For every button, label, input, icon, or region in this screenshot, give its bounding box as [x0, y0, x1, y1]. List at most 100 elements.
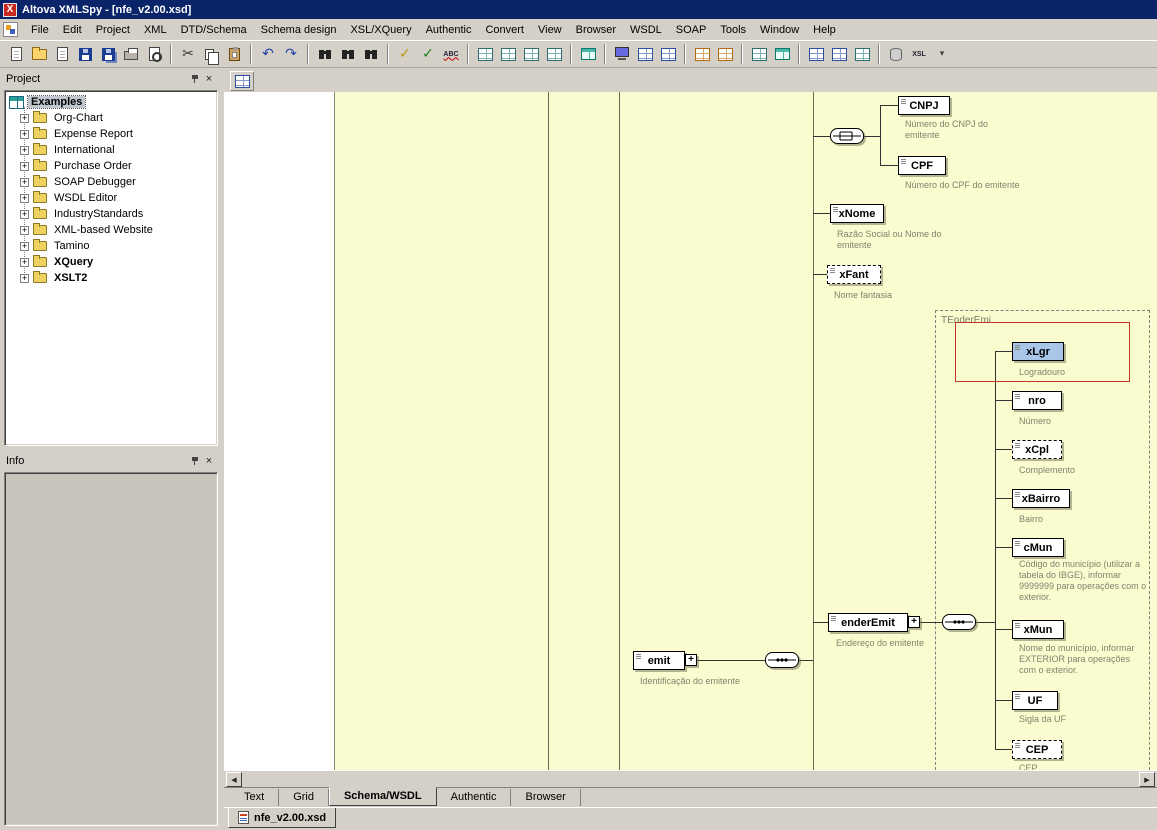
display-as-table-button[interactable] [771, 43, 793, 65]
expand-toggle[interactable]: + [20, 274, 29, 283]
info-close-button[interactable]: × [202, 454, 216, 468]
menu-browser[interactable]: Browser [569, 21, 623, 39]
element-cMun[interactable]: cMun [1012, 538, 1064, 557]
tree-item-tamino[interactable]: + Tamino [5, 238, 217, 254]
element-xMun[interactable]: xMun [1012, 620, 1064, 639]
menu-xsl-xquery[interactable]: XSL/XQuery [343, 21, 418, 39]
expand-toggle[interactable]: + [20, 258, 29, 267]
tree-item-examples[interactable]: Examples [5, 94, 217, 110]
menu-view[interactable]: View [531, 21, 569, 39]
print-preview-button[interactable] [143, 43, 165, 65]
scroll-left-button[interactable]: ◀ [226, 772, 242, 787]
append-element-button[interactable] [691, 43, 713, 65]
database-grid-view-button[interactable] [520, 43, 542, 65]
copy-button[interactable] [200, 43, 222, 65]
menu-convert[interactable]: Convert [478, 21, 531, 39]
expand-toggle[interactable]: + [20, 146, 29, 155]
spellcheck-button[interactable]: ABC [440, 43, 462, 65]
tree-item-purchase-order[interactable]: + Purchase Order [5, 158, 217, 174]
new-document-button[interactable] [5, 43, 27, 65]
element-xNome[interactable]: xNome [830, 204, 884, 223]
paste-button[interactable] [223, 43, 245, 65]
schema-design-view-button[interactable] [657, 43, 679, 65]
element-CNPJ[interactable]: CNPJ [898, 96, 950, 115]
tree-item-wsdl-editor[interactable]: + WSDL Editor [5, 190, 217, 206]
grid-view-button[interactable] [474, 43, 496, 65]
expand-toggle[interactable]: + [20, 178, 29, 187]
expand-toggle[interactable]: + [20, 114, 29, 123]
title-bar[interactable]: X Altova XMLSpy - [nfe_v2.00.xsd] [0, 0, 1157, 19]
element-emit[interactable]: emit [633, 651, 685, 670]
element-nro[interactable]: nro [1012, 391, 1062, 410]
horizontal-scrollbar[interactable]: ◀ ▶ [224, 770, 1157, 787]
element-CEP[interactable]: CEP [1012, 740, 1062, 759]
expand-toggle[interactable]: + [20, 130, 29, 139]
print-button[interactable] [120, 43, 142, 65]
menu-window[interactable]: Window [753, 21, 806, 39]
menu-project[interactable]: Project [89, 21, 137, 39]
expand-emit[interactable]: + [685, 654, 697, 666]
sequence-icon[interactable] [765, 652, 799, 671]
menu-xml[interactable]: XML [137, 21, 174, 39]
expand-toggle[interactable]: + [20, 242, 29, 251]
info-pin-button[interactable] [188, 454, 202, 468]
menu-tools[interactable]: Tools [713, 21, 753, 39]
expand-toggle[interactable]: + [20, 210, 29, 219]
insert-element-button[interactable] [714, 43, 736, 65]
choice-icon[interactable] [830, 128, 864, 147]
tree-item-international[interactable]: + International [5, 142, 217, 158]
replace-button[interactable] [360, 43, 382, 65]
save-all-button[interactable] [97, 43, 119, 65]
database-connection-button[interactable] [885, 43, 907, 65]
menu-authentic[interactable]: Authentic [419, 21, 479, 39]
find-button[interactable] [314, 43, 336, 65]
tab-grid[interactable]: Grid [279, 789, 329, 806]
element-xBairro[interactable]: xBairro [1012, 489, 1070, 508]
document-system-icon[interactable] [3, 22, 18, 37]
open-button[interactable] [28, 43, 50, 65]
element-UF[interactable]: UF [1012, 691, 1058, 710]
browser-view-button[interactable] [611, 43, 633, 65]
schema-diagram-settings-button[interactable] [805, 43, 827, 65]
menu-dtd-schema[interactable]: DTD/Schema [174, 21, 254, 39]
expand-toggle[interactable]: + [20, 162, 29, 171]
element-details-button[interactable] [851, 43, 873, 65]
menu-soap[interactable]: SOAP [669, 21, 714, 39]
scroll-right-button[interactable]: ▶ [1139, 772, 1155, 787]
table-view-button[interactable] [577, 43, 599, 65]
find-next-button[interactable] [337, 43, 359, 65]
tree-item-xquery[interactable]: + XQuery [5, 254, 217, 270]
schema-grid-view-button[interactable] [543, 43, 565, 65]
expand-enderEmit[interactable]: + [908, 616, 920, 628]
expand-toggle[interactable]: + [20, 194, 29, 203]
tree-item-soap-debugger[interactable]: + SOAP Debugger [5, 174, 217, 190]
schema-view-config-button[interactable] [828, 43, 850, 65]
tree-item-org-chart[interactable]: + Org-Chart [5, 110, 217, 126]
xsl-transformation-button[interactable]: XSL [908, 43, 930, 65]
tab-browser[interactable]: Browser [511, 789, 580, 806]
import-button[interactable] [51, 43, 73, 65]
tree-item-expense-report[interactable]: + Expense Report [5, 126, 217, 142]
menu-wsdl[interactable]: WSDL [623, 21, 669, 39]
undo-button[interactable]: ↶ [257, 43, 279, 65]
project-close-button[interactable]: × [202, 72, 216, 86]
element-enderEmit[interactable]: enderEmit [828, 613, 908, 632]
menu-help[interactable]: Help [806, 21, 843, 39]
file-tab-nfe[interactable]: nfe_v2.00.xsd [228, 808, 336, 828]
project-pin-button[interactable] [188, 72, 202, 86]
tab-schema-wsdl[interactable]: Schema/WSDL [329, 787, 437, 806]
cut-button[interactable]: ✂ [177, 43, 199, 65]
expand-toggle[interactable]: + [20, 226, 29, 235]
add-child-element-button[interactable] [748, 43, 770, 65]
tab-text[interactable]: Text [230, 789, 279, 806]
element-xCpl[interactable]: xCpl [1012, 440, 1062, 459]
menu-edit[interactable]: Edit [56, 21, 89, 39]
menu-schema-design[interactable]: Schema design [254, 21, 344, 39]
check-wellformed-button[interactable]: ✓ [394, 43, 416, 65]
schema-display-configuration-button[interactable] [230, 71, 254, 91]
sequence-icon[interactable] [942, 614, 976, 633]
text-view-button[interactable] [634, 43, 656, 65]
enhanced-grid-view-button[interactable] [497, 43, 519, 65]
menu-file[interactable]: File [24, 21, 56, 39]
element-CPF[interactable]: CPF [898, 156, 946, 175]
